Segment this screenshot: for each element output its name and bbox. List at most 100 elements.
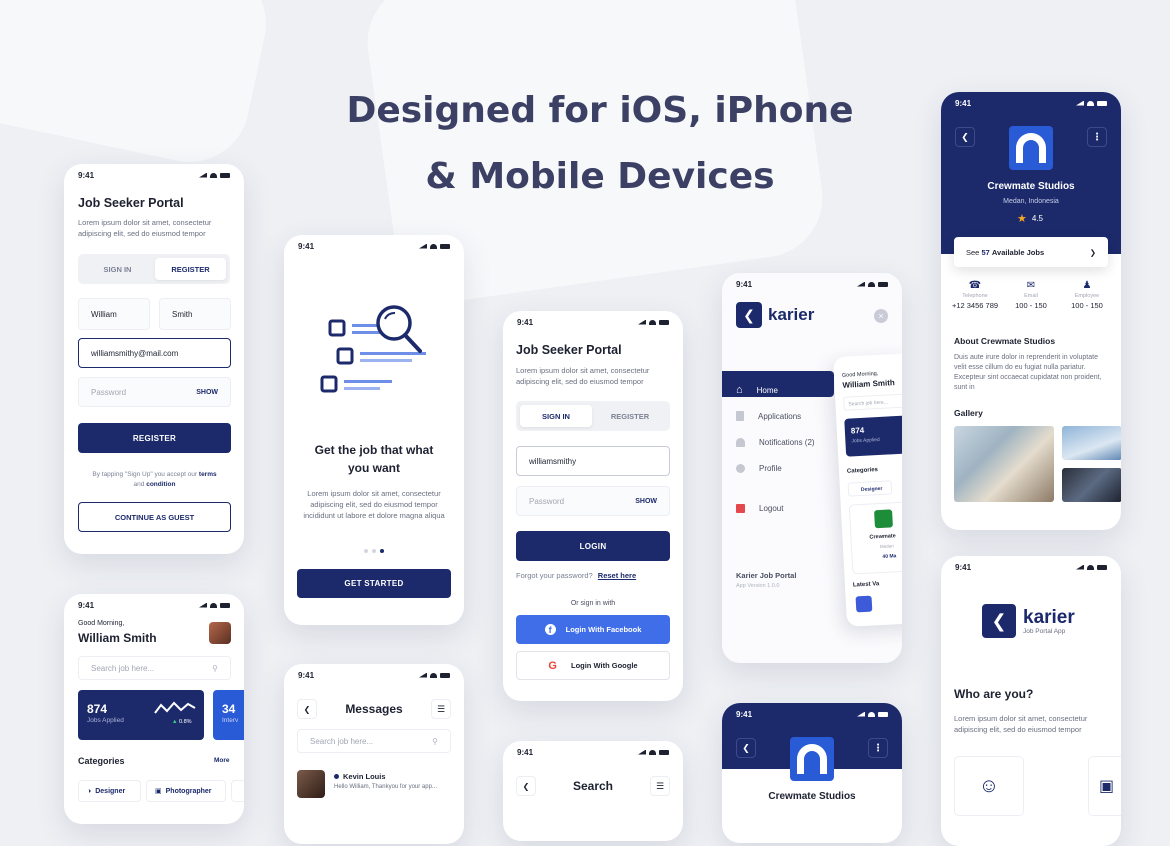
jobs-applied-card[interactable]: 874 Jobs Applied ▲ 0.8% [78,690,204,740]
peek-company-logo [874,509,893,529]
peek-chip: Designer [847,480,893,497]
categories-title: Categories [78,756,125,766]
user-name: William Smith [78,631,157,645]
available-jobs-button[interactable]: See 57 Available Jobs ❯ [954,237,1108,267]
close-icon[interactable]: × [874,309,888,323]
jobs-count: 57 [981,247,990,257]
menu-item-logout[interactable]: Logout [736,495,815,521]
reset-link[interactable]: Reset here [598,571,636,580]
google-login-button[interactable]: G Login With Google [516,651,670,680]
phone-icon: ☎ [968,280,982,291]
peek-card-sub: Medan [879,543,894,550]
palette-icon: ◑ [87,787,92,795]
password-placeholder: Password [91,387,127,397]
facebook-login-button[interactable]: f Login With Facebook [516,615,670,644]
category-designer[interactable]: ◑ Designer [78,780,141,802]
interviews-card[interactable]: 34 Interv [213,690,244,740]
category-photographer[interactable]: ▣ Photographer [146,780,226,802]
headline-line-1: Designed for iOS, iPhone [346,90,854,131]
role-job-seeker-option[interactable]: ☺ [954,756,1024,816]
status-time: 9:41 [78,170,95,180]
first-name-field[interactable]: William [78,298,150,330]
briefcase-icon: ▣ [1099,778,1115,795]
about-text: Duis aute irure dolor in reprenderit in … [954,354,1102,391]
show-password-button[interactable]: SHOW [635,498,657,505]
tab-sign-in[interactable]: SIGN IN [82,258,153,280]
username-field[interactable]: williamsmithy [516,446,670,476]
continue-as-guest-button[interactable]: CONTINUE AS GUEST [78,502,231,532]
background-shape [0,0,278,174]
mail-icon: ✉ [1026,280,1036,291]
profile-icon [736,463,745,473]
peek-greeting: Good Morning, [841,370,879,379]
company-name: Crewmate Studios [768,791,856,802]
filter-button[interactable]: ☰ [650,776,670,796]
show-password-button[interactable]: SHOW [196,389,218,396]
menu-label: Home [756,385,778,395]
contact-avatar[interactable] [297,770,325,798]
terms-prefix: By tapping "Sign Up" you accept our [92,471,198,478]
get-started-button[interactable]: GET STARTED [297,569,451,598]
gallery-image-office[interactable] [954,426,1054,502]
condition-link[interactable]: condition [146,481,175,488]
register-button[interactable]: REGISTER [78,423,231,453]
gallery-image-desk[interactable] [1062,468,1121,502]
stat-label: Employee [1074,293,1100,299]
password-field[interactable]: Password SHOW [78,377,231,407]
star-icon: ★ [1017,213,1027,225]
gallery-image-building[interactable] [1062,426,1121,460]
menu-item-profile[interactable]: Profile [736,455,815,481]
back-button[interactable]: ❮ [736,738,756,758]
menu-item-notifications[interactable]: Notifications (2) [736,429,815,455]
contact-message: Hello William, Thankyou for your app... [334,784,437,790]
status-time: 9:41 [517,747,534,757]
search-input[interactable]: Search job here... ⚲ [78,656,231,680]
menu-label: Logout [759,503,784,513]
search-placeholder: Search job here... [91,663,155,673]
messages-screen: 9:41 ❮ Messages ☰ Search job here... ⚲ K… [284,664,464,844]
category-more[interactable] [231,780,244,802]
home-icon: ⌂ [736,384,743,396]
or-sign-in-text: Or sign in with [570,600,616,607]
contact-name: Kevin Louis [343,772,386,781]
search-screen: 9:41 ❮ Search ☰ [503,741,683,841]
terms-text: By tapping "Sign Up" you accept our term… [78,470,231,490]
status-bar: 9:41 [722,703,902,725]
stat-employee: ♟ Employee 100 - 150 [1059,280,1115,310]
role-employer-option[interactable]: ▣ [1088,756,1121,816]
terms-link[interactable]: terms [199,471,217,478]
menu-item-applications[interactable]: Applications [736,403,815,429]
search-placeholder: Search job here... [310,736,374,746]
company-name: Crewmate Studios [987,181,1075,192]
google-icon: G [548,659,557,672]
back-button[interactable]: ❮ [955,127,975,147]
job-seeker-icon: ☺ [978,774,1000,797]
search-icon: ⚲ [212,663,218,673]
email-field[interactable]: williamsmithy@mail.com [78,338,231,368]
password-field[interactable]: Password SHOW [516,486,670,516]
company-location: Medan, Indonesia [1003,198,1059,205]
page-indicator [364,549,384,553]
status-bar: 9:41 [284,664,464,686]
filter-button[interactable]: ☰ [431,699,451,719]
company-screen: 9:41 ❮ ⋮ Crewmate Studios Medan, Indones… [941,92,1121,530]
login-button[interactable]: LOGIN [516,531,670,561]
last-name-field[interactable]: Smith [159,298,231,330]
more-link[interactable]: More [214,757,230,764]
page-description: Lorem ipsum dolor sit amet, consectetur … [516,366,650,386]
avatar[interactable] [209,622,231,644]
more-button[interactable]: ⋮ [868,738,888,758]
tab-sign-in[interactable]: SIGN IN [520,405,592,427]
tab-register[interactable]: REGISTER [155,258,226,280]
menu-screen: 9:41 Good Morning, William Smith Search … [722,273,902,663]
greeting: Good Morning, [78,620,125,627]
search-input[interactable]: Search job here... ⚲ [297,729,451,753]
sliders-icon: ☰ [436,703,446,714]
menu-item-home[interactable]: ⌂ Home [736,377,815,403]
chevron-left-icon: ❮ [742,742,750,753]
tab-register[interactable]: REGISTER [594,405,666,427]
more-button[interactable]: ⋮ [1087,127,1107,147]
jobs-prefix: See [966,247,980,257]
google-label: Login With Google [570,661,638,670]
brand-logo: ❮ karier [736,302,814,328]
